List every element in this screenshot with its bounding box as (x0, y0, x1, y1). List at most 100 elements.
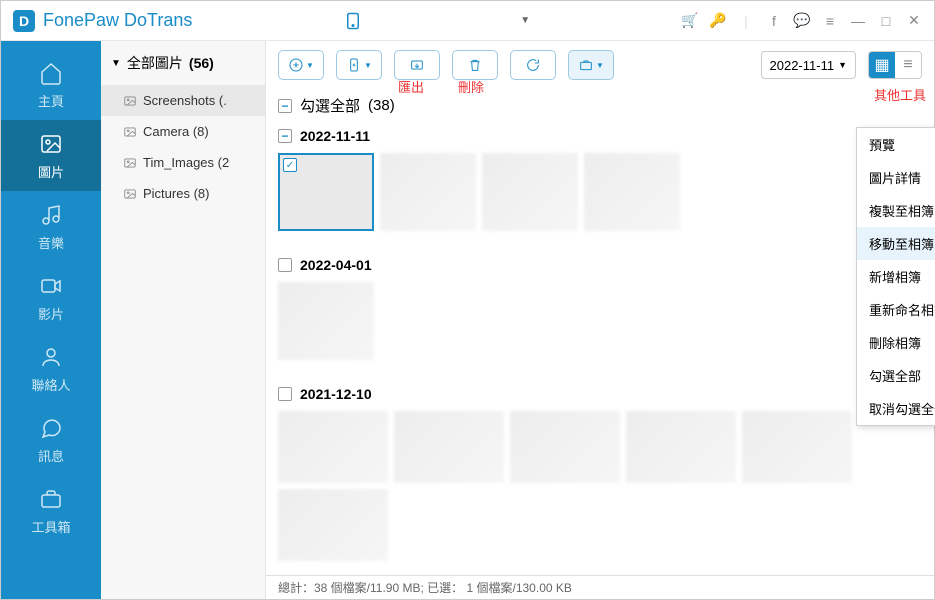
menu-item[interactable]: 複製至相簿▶ (857, 194, 935, 227)
album-header-count: (56) (189, 55, 214, 71)
album-icon (123, 94, 137, 108)
group-checkbox[interactable] (278, 387, 292, 401)
album-item[interactable]: Pictures (8) (101, 178, 265, 209)
select-all-count: (38) (368, 97, 395, 114)
close-button[interactable]: ✕ (906, 13, 922, 29)
thumbnail[interactable] (394, 411, 504, 483)
menu-label: 複製至相簿 (869, 201, 934, 220)
date-group-header: 2021-12-104 檔案 (278, 380, 922, 407)
date-group-header: 2022-04-011 檔案 (278, 251, 922, 278)
home-icon (37, 59, 65, 87)
sidebar-label: 影片 (38, 304, 64, 323)
device-icon[interactable] (344, 12, 362, 30)
menu-label: 預覽 (869, 135, 895, 154)
thumbnail[interactable] (742, 411, 852, 483)
thumbnail[interactable]: ✓ (278, 153, 374, 231)
thumbnail[interactable] (278, 411, 388, 483)
logo-icon: D (13, 10, 35, 32)
add-button[interactable]: ▼ (278, 50, 324, 80)
titlebar: D FonePaw DoTrans ▼ 🛒 🔑 | f 💬 ≡ ― □ ✕ (1, 1, 934, 41)
album-item[interactable]: Camera (8) (101, 116, 265, 147)
menu-item[interactable]: 重新命名相簿 (857, 293, 935, 326)
titlebar-controls: 🛒 🔑 | f 💬 ≡ ― □ ✕ (682, 13, 922, 29)
album-header[interactable]: ▼ 全部圖片 (56) (101, 41, 265, 85)
album-item[interactable]: Screenshots (. (101, 85, 265, 116)
app-title: FonePaw DoTrans (43, 10, 192, 31)
context-menu: 預覽圖片詳情複製至相簿▶移動至相簿▶ 新增相簿重新命名相簿刪除相簿勾選全部取消勾選… (856, 127, 935, 426)
facebook-icon[interactable]: f (766, 13, 782, 29)
sidebar-item-home[interactable]: 主頁 (1, 49, 101, 120)
toolbox-icon (37, 485, 65, 513)
date-filter[interactable]: 2022-11-11 ▼ (761, 51, 857, 79)
menu-item[interactable]: 圖片詳情 (857, 161, 935, 194)
minimize-button[interactable]: ― (850, 13, 866, 29)
cart-icon[interactable]: 🛒 (682, 13, 698, 29)
group-checkbox[interactable] (278, 258, 292, 272)
other-tools-button[interactable]: ▼ (568, 50, 614, 80)
chevron-down-icon: ▼ (306, 61, 314, 70)
chevron-down-icon: ▼ (364, 61, 372, 70)
thumbnail[interactable] (510, 411, 620, 483)
delete-button[interactable] (452, 50, 498, 80)
app-logo: D FonePaw DoTrans (13, 10, 192, 32)
group-date: 2022-11-11 (300, 128, 370, 144)
album-icon (123, 156, 137, 170)
menu-label: 刪除相簿 (869, 333, 921, 352)
key-icon[interactable]: 🔑 (710, 13, 726, 29)
menu-icon[interactable]: ≡ (822, 13, 838, 29)
thumbnail-row: ✓ (278, 149, 922, 243)
thumbnail[interactable] (626, 411, 736, 483)
feedback-icon[interactable]: 💬 (794, 13, 810, 29)
menu-label: 重新命名相簿 (869, 300, 935, 319)
sidebar-item-toolbox[interactable]: 工具箱 (1, 475, 101, 546)
sidebar-item-contacts[interactable]: 聯絡人 (1, 333, 101, 404)
group-checkbox[interactable] (278, 129, 292, 143)
menu-item[interactable]: 取消勾選全部 (857, 392, 935, 425)
list-view-button[interactable]: ≡ (895, 52, 921, 78)
refresh-button[interactable] (510, 50, 556, 80)
sidebar-item-music[interactable]: 音樂 (1, 191, 101, 262)
menu-item[interactable]: 勾選全部 (857, 359, 935, 392)
menu-label: 新增相簿 (869, 267, 921, 286)
message-icon (37, 414, 65, 442)
sidebar-label: 圖片 (38, 162, 64, 181)
status-text: 總計：38 個檔案/11.90 MB; 已選： 1 個檔案/130.00 KB (278, 579, 572, 596)
thumbnail[interactable] (278, 489, 388, 561)
menu-item[interactable]: 預覽 (857, 128, 935, 161)
album-icon (123, 125, 137, 139)
thumbnail[interactable] (278, 282, 374, 360)
menu-item[interactable]: 移動至相簿▶ (857, 227, 935, 260)
chevron-down-icon: ▼ (838, 60, 847, 70)
sidebar-label: 音樂 (38, 233, 64, 252)
grid-view-button[interactable]: ▦ (869, 52, 895, 78)
sidebar: 主頁 圖片 音樂 影片 聯絡人 訊息 工具箱 (1, 41, 101, 599)
album-panel: ▼ 全部圖片 (56) Screenshots (.Camera (8)Tim_… (101, 41, 266, 599)
sidebar-item-videos[interactable]: 影片 (1, 262, 101, 333)
music-icon (37, 201, 65, 229)
toolbar: ▼ ▼ ▼ 匯出 刪除 2022-11-11 ▼ ▦ ≡ (266, 41, 934, 89)
thumbnail[interactable] (380, 153, 476, 231)
sidebar-item-messages[interactable]: 訊息 (1, 404, 101, 475)
menu-label: 勾選全部 (869, 366, 921, 385)
thumbnail[interactable] (584, 153, 680, 231)
menu-label: 取消勾選全部 (869, 399, 935, 418)
sidebar-label: 聯絡人 (31, 375, 70, 394)
select-all-checkbox[interactable] (278, 99, 292, 113)
collapse-icon: ▼ (111, 58, 121, 69)
chevron-down-icon[interactable]: ▼ (520, 15, 530, 26)
album-item[interactable]: Tim_Images (2 (101, 147, 265, 178)
maximize-button[interactable]: □ (878, 13, 894, 29)
album-list: Screenshots (.Camera (8)Tim_Images (2Pic… (101, 85, 265, 209)
thumbnail[interactable] (482, 153, 578, 231)
to-device-button[interactable]: ▼ (336, 50, 382, 80)
menu-item[interactable]: 新增相簿 (857, 260, 935, 293)
titlebar-center: ▼ (192, 12, 682, 30)
sidebar-item-photos[interactable]: 圖片 (1, 120, 101, 191)
export-button[interactable] (394, 50, 440, 80)
status-bar: 總計：38 個檔案/11.90 MB; 已選： 1 個檔案/130.00 KB (266, 575, 934, 599)
menu-label: 圖片詳情 (869, 168, 921, 187)
select-all-label: 勾選全部 (300, 95, 360, 116)
main-panel: 其他工具 ▼ ▼ ▼ 匯出 刪除 2022-11-11 ▼ ▦ ≡ 勾選全部(3… (266, 41, 934, 599)
menu-item[interactable]: 刪除相簿 (857, 326, 935, 359)
note-export: 匯出 (398, 77, 424, 96)
